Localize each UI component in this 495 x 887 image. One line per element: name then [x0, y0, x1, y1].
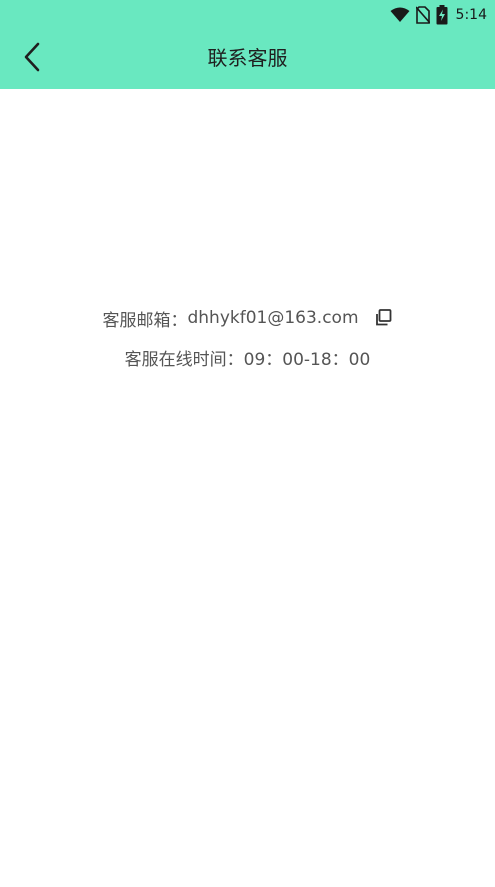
status-bar: 5:14 — [0, 0, 495, 30]
status-time: 5:14 — [455, 7, 487, 23]
status-icons: 5:14 — [390, 4, 487, 26]
battery-charging-icon — [436, 5, 448, 25]
contact-info: 客服邮箱： dhhykf01@163.com 客服在线时间： 09：00-18：… — [0, 300, 495, 375]
copy-icon[interactable] — [373, 308, 393, 328]
hours-label: 客服在线时间： — [124, 349, 244, 370]
email-row: 客服邮箱： dhhykf01@163.com — [0, 300, 495, 336]
no-sim-icon — [415, 6, 430, 24]
hours-row: 客服在线时间： 09：00-18：00 — [0, 339, 495, 375]
toolbar: 联系客服 — [0, 30, 495, 89]
page-title: 联系客服 — [207, 46, 288, 70]
app-header: 5:14 联系客服 — [0, 0, 495, 89]
chevron-left-icon — [23, 42, 41, 76]
email-value: dhhykf01@163.com — [187, 308, 359, 328]
hours-value: 09：00-18：00 — [243, 349, 371, 370]
wifi-icon — [390, 7, 410, 23]
back-button[interactable] — [14, 40, 50, 78]
email-label: 客服邮箱： — [102, 310, 188, 331]
